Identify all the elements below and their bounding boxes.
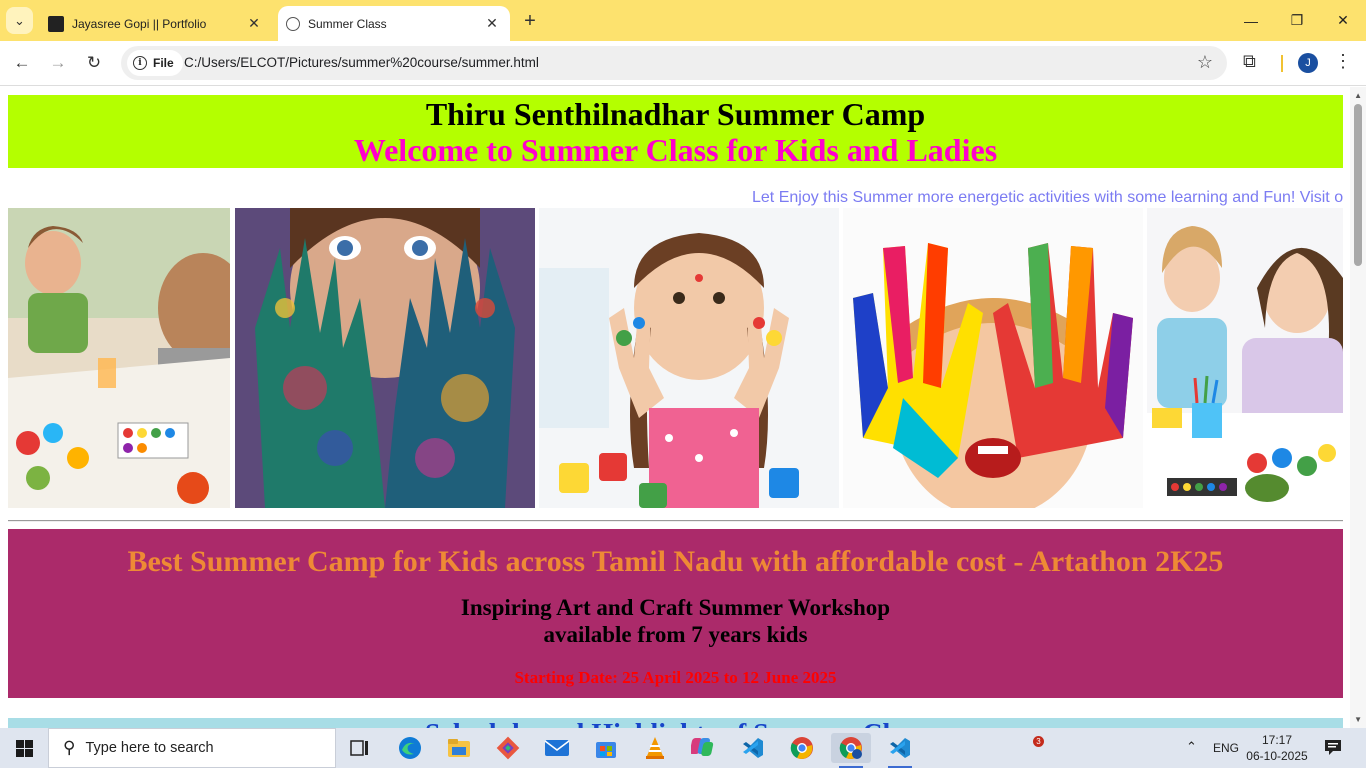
chrome-icon[interactable] [782, 733, 822, 763]
clock-date: 06-10-2025 [1246, 749, 1308, 763]
kids-painting-photo [8, 208, 230, 508]
microsoft-365-icon[interactable] [684, 733, 724, 763]
extensions-icon[interactable]: ⧉ [1243, 51, 1256, 72]
start-button[interactable] [0, 728, 48, 768]
page-title: Thiru Senthilnadhar Summer Camp [425, 96, 926, 132]
chevron-down-icon: ⌄ [14, 12, 25, 28]
menu-kebab-icon[interactable]: ⋮ [1334, 51, 1352, 72]
toolbar-divider [1281, 55, 1283, 72]
restore-button[interactable]: ❐ [1274, 0, 1320, 41]
notifications-icon[interactable] [1323, 738, 1343, 756]
vscode-icon[interactable] [733, 733, 773, 763]
vscode-active-icon[interactable] [880, 733, 920, 768]
chrome-profile-icon[interactable] [831, 733, 871, 768]
windows-taskbar: ⚲ Type here to search [0, 728, 1366, 768]
windows-logo-icon [15, 739, 33, 757]
tab-strip: ⌄ Jayasree Gopi || Portfolio ✕ Summer Cl… [0, 0, 1366, 41]
marquee-banner: Let Enjoy this Summer more energetic act… [8, 188, 1343, 208]
page-subtitle: Welcome to Summer Class for Kids and Lad… [353, 132, 998, 168]
scroll-thumb[interactable] [1354, 104, 1362, 266]
notification-badge: 3 [1033, 736, 1044, 747]
task-view-icon[interactable] [340, 733, 380, 763]
address-bar[interactable]: i File C:/Users/ELCOT/Pictures/summer%20… [121, 46, 1227, 80]
arrow-left-icon: ← [13, 53, 31, 72]
tab-title: Jayasree Gopi || Portfolio [72, 16, 207, 31]
search-icon: ⚲ [63, 738, 76, 757]
tab-summer-class[interactable]: Summer Class ✕ [278, 6, 510, 41]
promo-subtitle: Inspiring Art and Craft Summer Workshop … [8, 594, 1343, 648]
boy-rainbow-hands-photo [843, 208, 1143, 508]
close-icon: ✕ [1337, 12, 1349, 28]
bookmark-star-icon[interactable]: ☆ [1197, 52, 1213, 73]
promo-subtitle-line1: Inspiring Art and Craft Summer Workshop [460, 595, 891, 620]
schedule-heading: Schedule and Highlights of Summer Class [425, 719, 926, 729]
browser-toolbar: ← → ↻ i File C:/Users/ELCOT/Pictures/sum… [0, 41, 1366, 86]
scroll-down-icon[interactable]: ▼ [1354, 715, 1362, 724]
profile-avatar[interactable]: J [1298, 53, 1318, 73]
language-indicator[interactable]: ENG [1213, 741, 1239, 755]
plus-icon: + [524, 9, 536, 32]
girl-painted-hands-photo [539, 208, 839, 508]
new-tab-button[interactable]: + [518, 9, 542, 33]
page-scrollbar[interactable]: ▲ ▼ [1350, 87, 1366, 728]
search-placeholder: Type here to search [85, 740, 214, 756]
minimize-button[interactable]: — [1228, 0, 1274, 41]
forward-button[interactable]: → [44, 49, 72, 77]
site-info-chip[interactable]: i File [127, 50, 183, 76]
section-divider [8, 520, 1343, 522]
site-info-label: File [153, 56, 174, 70]
minimize-icon: — [1244, 12, 1258, 29]
promo-subtitle-line2: available from 7 years kids [543, 622, 808, 647]
photo-gallery [8, 208, 1343, 508]
restore-icon: ❐ [1290, 12, 1304, 28]
edge-icon[interactable] [390, 733, 430, 763]
marquee-text: Let Enjoy this Summer more energetic act… [752, 189, 1343, 206]
schedule-section: Schedule and Highlights of Summer Class [8, 718, 1343, 728]
tab-portfolio[interactable]: Jayasree Gopi || Portfolio ✕ [40, 6, 272, 41]
arrow-right-icon: → [49, 53, 67, 72]
portfolio-favicon-icon [48, 15, 64, 32]
vlc-icon[interactable] [635, 733, 675, 763]
tab-title: Summer Class [308, 16, 387, 31]
scroll-up-icon[interactable]: ▲ [1354, 91, 1362, 100]
promo-title: Best Summer Camp for Kids across Tamil N… [127, 545, 1224, 578]
page-viewport[interactable]: Thiru Senthilnadhar Summer Camp Welcome … [0, 87, 1366, 728]
tab-search-button[interactable]: ⌄ [6, 7, 33, 34]
show-hidden-icons-icon[interactable]: ⌃ [1186, 739, 1197, 755]
mail-icon[interactable] [537, 733, 577, 763]
mother-daughter-crafts-photo [1147, 208, 1343, 508]
taskbar-clock[interactable]: 17:17 06-10-2025 [1246, 732, 1308, 764]
reload-icon: ↻ [86, 53, 102, 72]
file-explorer-icon[interactable] [439, 733, 479, 763]
promo-date: Starting Date: 25 April 2025 to 12 June … [514, 668, 837, 687]
url-text[interactable]: C:/Users/ELCOT/Pictures/summer%20course/… [184, 55, 539, 70]
close-icon[interactable]: ✕ [482, 14, 502, 34]
close-icon[interactable]: ✕ [244, 14, 264, 34]
store-icon[interactable] [586, 733, 626, 763]
reload-button[interactable]: ↻ [80, 49, 108, 77]
globe-icon [286, 16, 300, 31]
info-icon: i [133, 56, 147, 70]
taskbar-search-box[interactable]: ⚲ Type here to search [48, 728, 336, 768]
back-button[interactable]: ← [8, 49, 36, 77]
painted-hands-girl-photo [235, 208, 535, 508]
close-window-button[interactable]: ✕ [1320, 0, 1366, 41]
git-icon[interactable] [488, 733, 528, 763]
page-header: Thiru Senthilnadhar Summer Camp Welcome … [8, 95, 1343, 168]
promo-section: Best Summer Camp for Kids across Tamil N… [8, 529, 1343, 698]
clock-time: 17:17 [1261, 733, 1293, 747]
